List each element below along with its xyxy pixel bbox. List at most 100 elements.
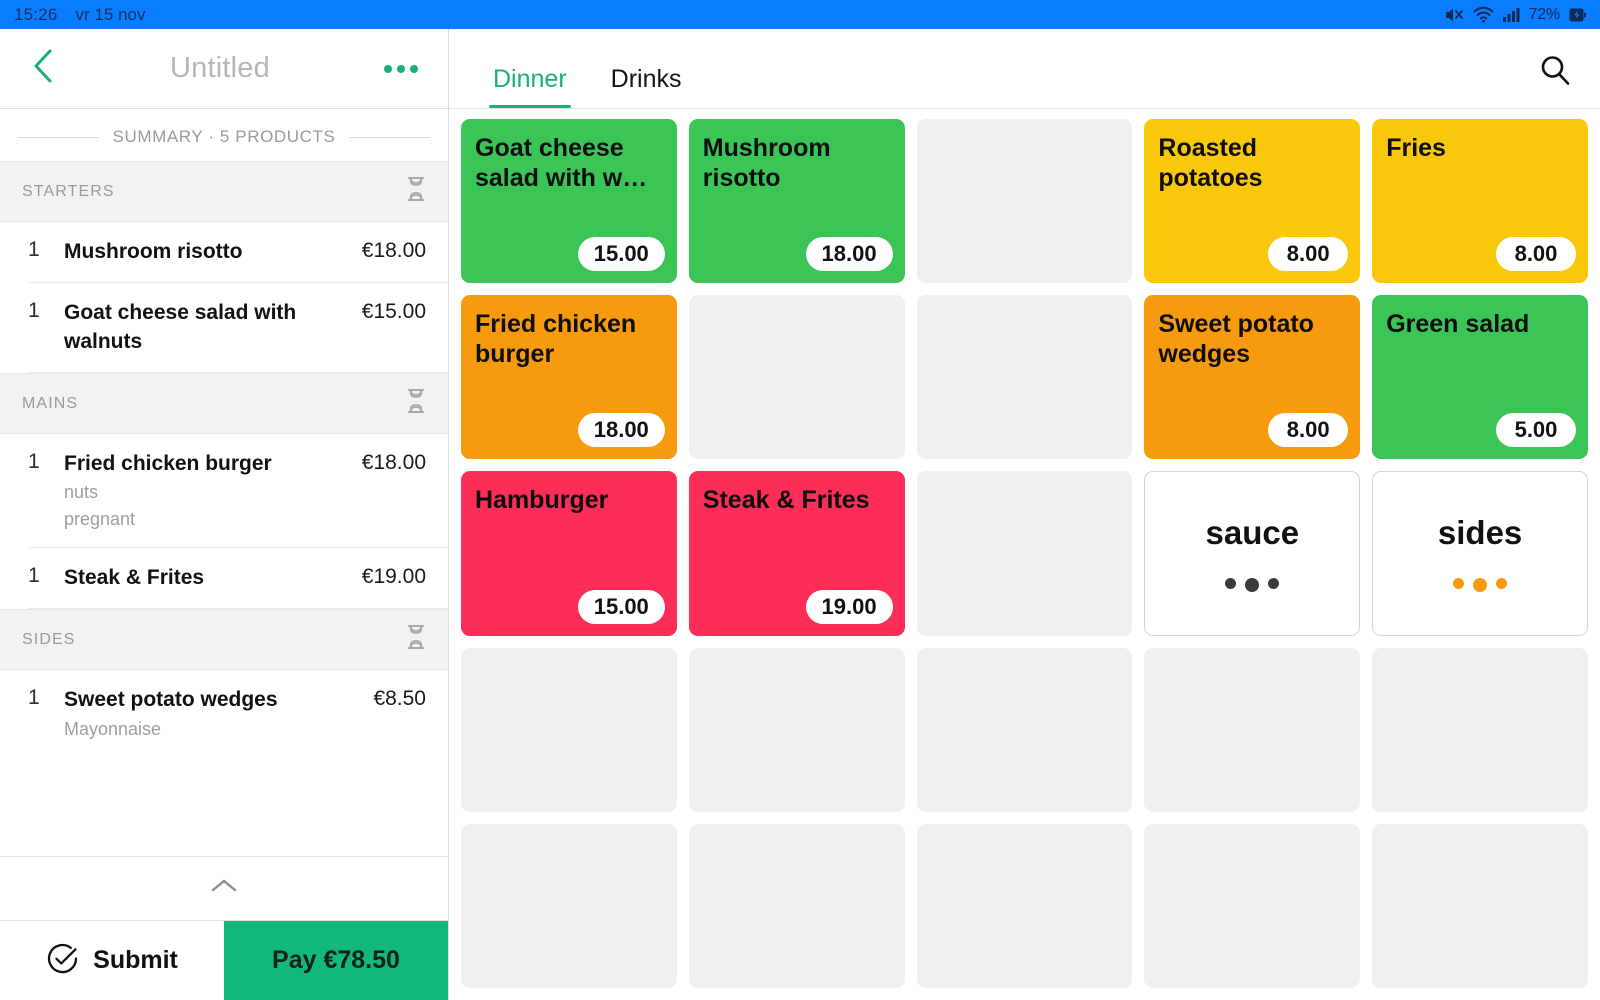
empty-tile[interactable] — [916, 471, 1133, 636]
order-section-label: SIDES — [22, 630, 76, 648]
signal-icon — [1502, 7, 1520, 22]
order-panel-header: Untitled — [0, 29, 448, 109]
order-line-item[interactable]: 1 Goat cheese salad with walnuts €15.00 — [28, 283, 448, 374]
search-icon[interactable] — [1538, 53, 1572, 92]
line-item-modifier: Mayonnaise — [64, 718, 162, 739]
empty-tile[interactable] — [916, 647, 1133, 812]
product-tile[interactable]: Goat cheese salad with w… 15.00 — [461, 119, 677, 284]
product-tile-name: Green salad — [1386, 310, 1530, 339]
order-action-bar: Submit Pay €78.50 — [0, 920, 448, 1000]
product-tile-name: Hamburger — [475, 486, 609, 515]
line-item-price: €8.50 — [373, 687, 426, 711]
hourglass-icon — [406, 624, 426, 655]
empty-tile[interactable] — [1144, 647, 1361, 812]
status-bar-left: 15:26 vr 15 nov — [14, 5, 145, 25]
product-tile-name: Fries — [1386, 134, 1446, 162]
product-tile-price: 19.00 — [805, 589, 893, 624]
battery-percent: 72% — [1528, 5, 1561, 23]
empty-tile[interactable] — [688, 647, 905, 812]
product-tile[interactable]: Roasted potatoes 8.00 — [1144, 119, 1361, 284]
empty-tile[interactable] — [916, 295, 1133, 460]
product-tile[interactable]: Fried chicken burger 18.00 — [461, 295, 677, 460]
collapse-order-button[interactable] — [0, 856, 448, 920]
line-item-qty: 1 — [28, 563, 40, 587]
order-line-item[interactable]: 1 Fried chicken burger nuts pregnant €18.00 — [28, 434, 448, 548]
category-tile[interactable]: sauce — [1144, 471, 1361, 636]
empty-tile[interactable] — [461, 823, 677, 988]
chevron-up-icon — [210, 878, 238, 899]
line-item-text: Steak & Frites — [64, 564, 362, 592]
empty-tile[interactable] — [916, 119, 1133, 284]
product-tile-name: Sweet potato wedges — [1158, 310, 1314, 369]
order-line-item[interactable]: 1 Steak & Frites €19.00 — [28, 548, 448, 610]
tab-dinner[interactable]: Dinner — [471, 65, 589, 108]
product-tile-name: Fried chicken burger — [475, 310, 637, 369]
product-tile[interactable]: Green salad 5.00 — [1372, 295, 1588, 460]
order-section-header: SIDES — [0, 609, 448, 671]
product-tile-price: 18.00 — [577, 413, 665, 448]
status-time: 15:26 — [14, 4, 58, 24]
empty-tile[interactable] — [1372, 647, 1588, 812]
status-bar-right: 72% — [1444, 6, 1586, 24]
product-tile[interactable]: Mushroom risotto 18.00 — [688, 119, 905, 284]
line-item-price: €19.00 — [361, 564, 426, 588]
line-item-modifier: nuts — [64, 482, 99, 503]
product-tile[interactable]: Hamburger 15.00 — [461, 471, 677, 636]
empty-tile[interactable] — [1144, 823, 1361, 988]
empty-tile[interactable] — [1372, 823, 1588, 988]
product-tile-price: 15.00 — [577, 237, 665, 272]
back-button[interactable] — [30, 46, 56, 91]
empty-tile[interactable] — [461, 647, 677, 812]
line-item-modifier: pregnant — [64, 508, 136, 529]
category-dots-icon — [1225, 578, 1280, 593]
category-tile[interactable]: sides — [1372, 471, 1588, 636]
line-item-text: Sweet potato wedges Mayonnaise — [64, 686, 373, 741]
empty-tile[interactable] — [688, 295, 905, 460]
product-tile[interactable]: Fries 8.00 — [1372, 119, 1588, 284]
catalog-header: Dinner Drinks — [449, 29, 1600, 109]
tab-drinks[interactable]: Drinks — [589, 65, 704, 108]
product-grid[interactable]: Goat cheese salad with w… 15.00 Mushroom r… — [449, 109, 1600, 1000]
category-tile-name: sides — [1437, 514, 1523, 552]
hourglass-icon — [406, 388, 426, 419]
line-item-name: Steak & Frites — [64, 565, 205, 589]
line-item-name: Sweet potato wedges — [64, 688, 278, 712]
line-item-text: Mushroom risotto — [64, 238, 362, 266]
more-options-icon[interactable] — [384, 64, 418, 73]
category-dots-icon — [1453, 578, 1508, 593]
empty-tile[interactable] — [916, 823, 1133, 988]
order-section-label: STARTERS — [22, 182, 115, 200]
line-item-name: Goat cheese salad with walnuts — [64, 301, 297, 353]
order-panel: Untitled SUMMARY · 5 PRODUCTS STARTERS 1 M… — [0, 29, 449, 1000]
mute-icon — [1444, 6, 1464, 24]
line-item-price: €15.00 — [361, 300, 426, 324]
order-section-header: STARTERS — [0, 161, 448, 222]
order-section-header: MAINS — [0, 373, 448, 435]
submit-label: Submit — [93, 946, 178, 974]
wifi-icon — [1473, 6, 1494, 23]
product-tile-name: Mushroom risotto — [702, 134, 831, 192]
product-tile-price: 8.00 — [1268, 413, 1349, 448]
pay-button[interactable]: Pay €78.50 — [224, 921, 448, 1000]
order-line-item[interactable]: 1 Mushroom risotto €18.00 — [28, 222, 448, 284]
product-tile-price: 15.00 — [577, 589, 665, 624]
order-title[interactable]: Untitled — [56, 52, 384, 85]
empty-tile[interactable] — [688, 823, 905, 988]
summary-rule-right — [349, 136, 430, 138]
submit-button[interactable]: Submit — [0, 921, 224, 1000]
product-tile[interactable]: Steak & Frites 19.00 — [688, 471, 905, 636]
line-item-text: Goat cheese salad with walnuts — [64, 299, 362, 356]
summary-divider-row: SUMMARY · 5 PRODUCTS — [0, 109, 448, 161]
order-line-item[interactable]: 1 Sweet potato wedges Mayonnaise €8.50 — [28, 670, 448, 757]
summary-label: SUMMARY · 5 PRODUCTS — [112, 127, 336, 146]
order-item-list[interactable]: STARTERS 1 Mushroom risotto €18.00 1 Goat che… — [0, 161, 448, 856]
line-item-price: €18.00 — [361, 239, 426, 262]
product-tile-price: 8.00 — [1268, 237, 1349, 272]
product-tile-name: Goat cheese salad with w… — [475, 134, 648, 192]
catalog-panel: Dinner Drinks Goat cheese salad with w… 15… — [449, 29, 1600, 1000]
summary-rule-left — [18, 136, 99, 138]
line-item-qty: 1 — [28, 238, 40, 261]
product-tile[interactable]: Sweet potato wedges 8.00 — [1144, 295, 1361, 460]
catalog-tabs[interactable]: Dinner Drinks — [471, 29, 704, 108]
product-tile-price: 8.00 — [1496, 237, 1576, 272]
